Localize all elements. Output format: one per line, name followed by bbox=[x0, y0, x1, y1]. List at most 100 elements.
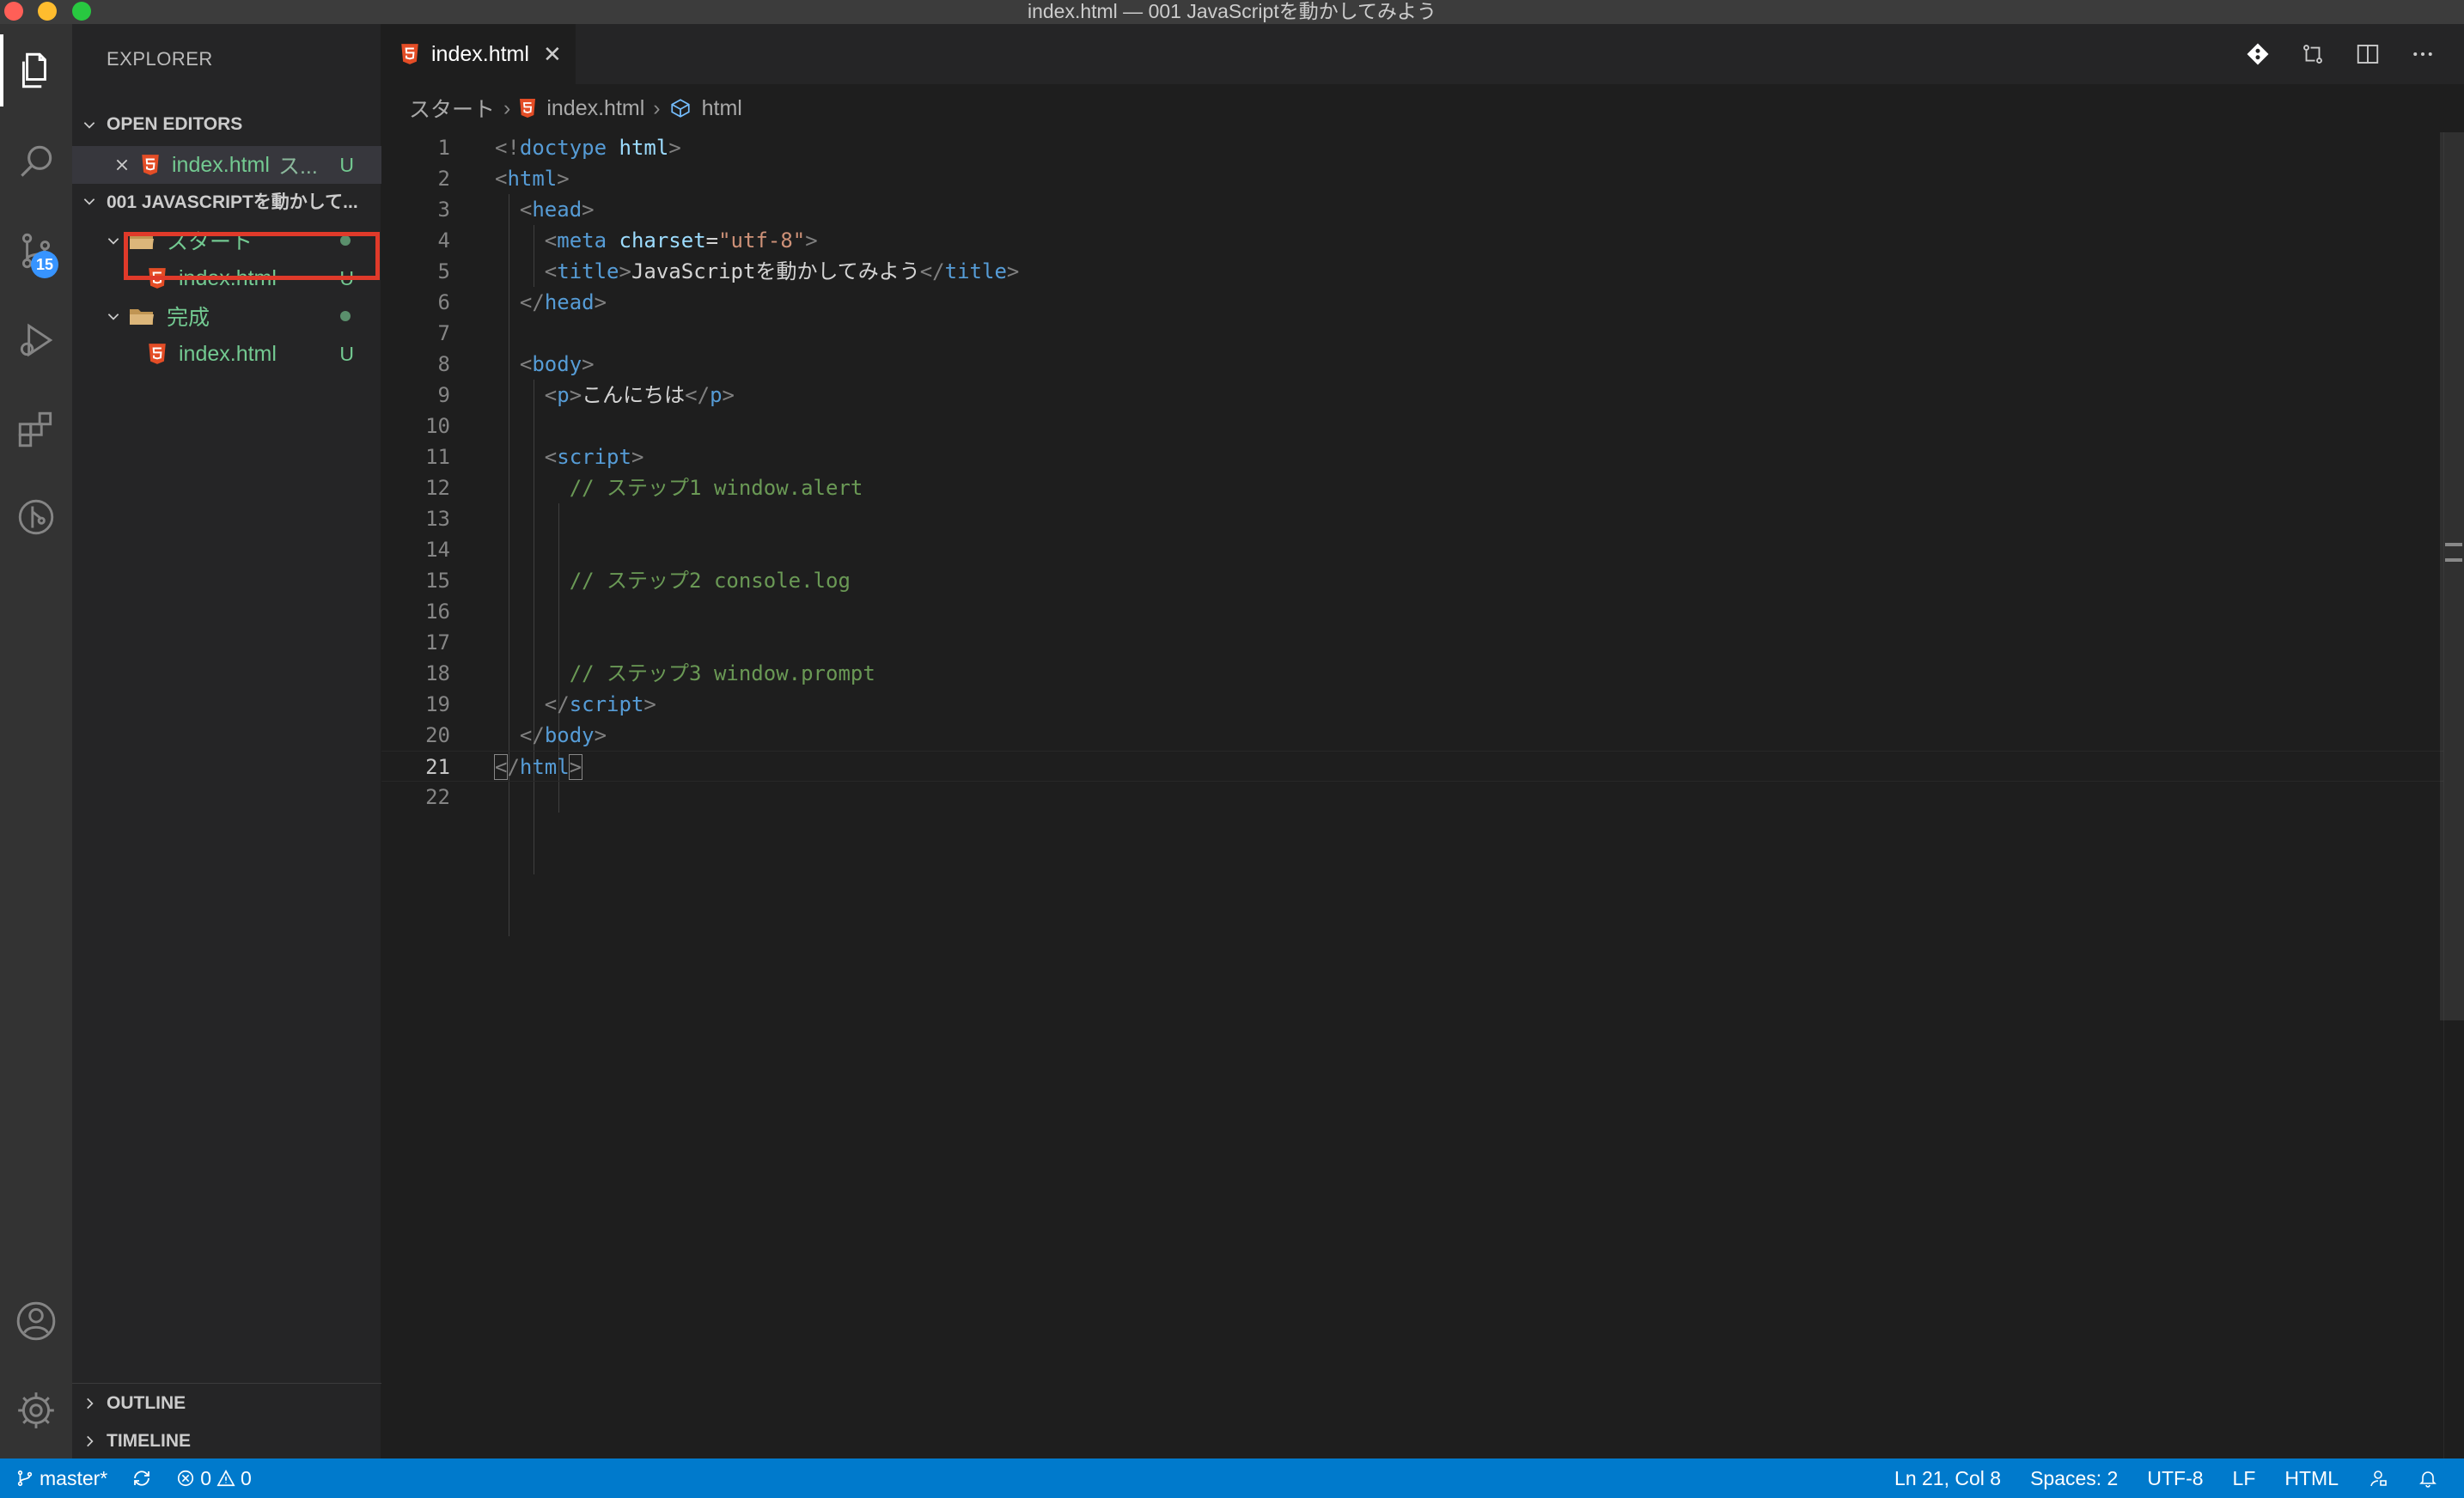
folder-item-complete[interactable]: 完成 bbox=[72, 297, 381, 335]
code-line: 18 // ステップ3 window.prompt bbox=[425, 661, 875, 685]
gear-icon bbox=[18, 1392, 54, 1428]
code-line: 10 bbox=[425, 414, 450, 438]
split-editor-icon[interactable] bbox=[2354, 40, 2382, 68]
search-activity[interactable] bbox=[0, 125, 72, 198]
notifications-bell-icon[interactable] bbox=[2418, 1468, 2438, 1489]
run-debug-icon bbox=[20, 323, 53, 357]
search-icon bbox=[21, 145, 52, 177]
activity-bar: 15 bbox=[0, 24, 72, 1458]
highlight-box bbox=[124, 232, 380, 280]
error-count: 0 bbox=[200, 1466, 212, 1489]
error-icon bbox=[178, 1470, 194, 1487]
account-icon bbox=[16, 1301, 56, 1341]
code-line: 15 // ステップ2 console.log bbox=[425, 569, 851, 593]
chevron-down-icon bbox=[98, 308, 129, 324]
folder-open-icon bbox=[130, 309, 154, 325]
timeline-header[interactable]: TIMELINE bbox=[72, 1424, 381, 1458]
file-label: index.html bbox=[179, 341, 277, 366]
problems-status[interactable]: 0 0 bbox=[176, 1467, 252, 1490]
code-line: 20 </body> bbox=[425, 723, 607, 747]
symbol-element-icon bbox=[671, 99, 690, 118]
code-line: 1 <!doctype html> bbox=[437, 136, 681, 160]
code-line: 9 <p>こんにちは</p> bbox=[437, 383, 735, 407]
chevron-right-icon: › bbox=[653, 95, 661, 120]
html5-file-icon bbox=[142, 155, 159, 175]
code-editor[interactable]: 1 <!doctype html> 2 <html> 3 <head> 4 <met… bbox=[381, 132, 2443, 1458]
git-branch-icon bbox=[17, 1470, 33, 1487]
end-of-line[interactable]: LF bbox=[2233, 1467, 2256, 1490]
chevron-down-icon bbox=[83, 198, 95, 205]
html5-file-icon bbox=[149, 344, 166, 364]
chevron-down-icon bbox=[83, 122, 95, 129]
code-line: 17 bbox=[425, 630, 450, 655]
code-line: 14 bbox=[425, 538, 450, 562]
run-debug-activity[interactable] bbox=[0, 304, 72, 376]
breadcrumb-file[interactable]: index.html bbox=[546, 96, 644, 121]
code-line: 3 <head> bbox=[437, 198, 595, 222]
files-icon bbox=[21, 52, 46, 88]
title-bar: index.html — 001 JavaScriptを動かしてみよう bbox=[0, 0, 2464, 24]
open-editor-item[interactable]: index.html ス... U bbox=[72, 146, 381, 184]
branch-status[interactable]: master* bbox=[15, 1467, 107, 1490]
encoding[interactable]: UTF-8 bbox=[2147, 1467, 2203, 1490]
feedback-icon[interactable] bbox=[2368, 1468, 2388, 1489]
outline-header[interactable]: OUTLINE bbox=[72, 1386, 381, 1421]
code-line: 22 bbox=[425, 785, 450, 809]
source-control-badge: 15 bbox=[31, 251, 58, 278]
close-icon[interactable]: ✕ bbox=[543, 41, 562, 68]
breadcrumb-folder[interactable]: スタート bbox=[409, 93, 495, 124]
git-status-badge: U bbox=[339, 153, 354, 176]
html5-file-icon bbox=[520, 99, 536, 118]
compare-changes-icon[interactable] bbox=[2299, 40, 2327, 68]
git-lens-icon[interactable] bbox=[2244, 40, 2272, 68]
workspace-header[interactable]: 001 JAVASCRIPTを動かして... bbox=[72, 184, 381, 218]
open-editors-header[interactable]: OPEN EDITORS bbox=[72, 107, 381, 142]
close-icon[interactable] bbox=[107, 157, 137, 173]
chevron-right-icon bbox=[87, 1435, 94, 1447]
branch-name: master* bbox=[40, 1466, 108, 1489]
cursor-position-marker bbox=[2445, 543, 2462, 562]
source-control-activity[interactable]: 15 bbox=[0, 215, 72, 287]
accounts-activity[interactable] bbox=[0, 1285, 72, 1357]
code-line: 12 // ステップ1 window.alert bbox=[425, 476, 863, 500]
html5-file-icon bbox=[401, 44, 418, 64]
code-line: 2 <html> bbox=[437, 167, 570, 191]
chevron-right-icon: › bbox=[503, 95, 511, 120]
indentation[interactable]: Spaces: 2 bbox=[2030, 1467, 2118, 1490]
code-line: 8 <body> bbox=[437, 352, 595, 376]
open-editors-label: OPEN EDITORS bbox=[107, 114, 243, 134]
status-bar: master* 0 0 Ln 21, Col 8 Spaces: 2 UTF-8… bbox=[0, 1458, 2464, 1498]
breadcrumb-symbol[interactable]: html bbox=[702, 96, 742, 121]
open-editor-folder-hint: ス... bbox=[278, 155, 318, 179]
git-status-badge: U bbox=[339, 342, 354, 365]
git-graph-activity[interactable] bbox=[0, 481, 72, 553]
breadcrumb: スタート › index.html › html bbox=[381, 84, 2464, 132]
sync-icon bbox=[134, 1471, 150, 1486]
code-line: 5 <title>JavaScriptを動かしてみよう</title> bbox=[437, 259, 1020, 283]
folder-label: 完成 bbox=[167, 306, 210, 330]
extensions-icon bbox=[18, 411, 52, 448]
explorer-title: EXPLORER bbox=[107, 48, 213, 70]
file-item-complete-index[interactable]: index.html U bbox=[72, 335, 381, 373]
window-title: index.html — 001 JavaScriptを動かしてみよう bbox=[1027, 0, 1437, 22]
code-line: 11 <script> bbox=[425, 445, 644, 469]
code-line: 16 bbox=[425, 600, 450, 624]
scrollbar-thumb[interactable] bbox=[2440, 132, 2464, 1020]
section-divider bbox=[72, 1383, 381, 1384]
cursor-position[interactable]: Ln 21, Col 8 bbox=[1894, 1467, 2001, 1490]
outline-label: OUTLINE bbox=[107, 1393, 186, 1413]
editor-tabs: index.html ✕ bbox=[381, 24, 2464, 84]
tab-index-html[interactable]: index.html ✕ bbox=[381, 24, 576, 84]
sync-button[interactable] bbox=[131, 1468, 152, 1489]
manage-activity[interactable] bbox=[0, 1374, 72, 1446]
more-actions-icon[interactable] bbox=[2409, 40, 2437, 68]
code-line: 4 <meta charset="utf-8"> bbox=[437, 228, 818, 253]
language-mode[interactable]: HTML bbox=[2284, 1467, 2339, 1490]
extensions-activity[interactable] bbox=[0, 393, 72, 466]
code-line: 19 </script> bbox=[425, 692, 656, 716]
modified-dot bbox=[340, 311, 351, 321]
explorer-activity[interactable] bbox=[0, 34, 72, 107]
code-line: 7 bbox=[437, 321, 450, 345]
code-line: 6 </head> bbox=[437, 290, 607, 314]
git-graph-icon bbox=[18, 499, 54, 535]
